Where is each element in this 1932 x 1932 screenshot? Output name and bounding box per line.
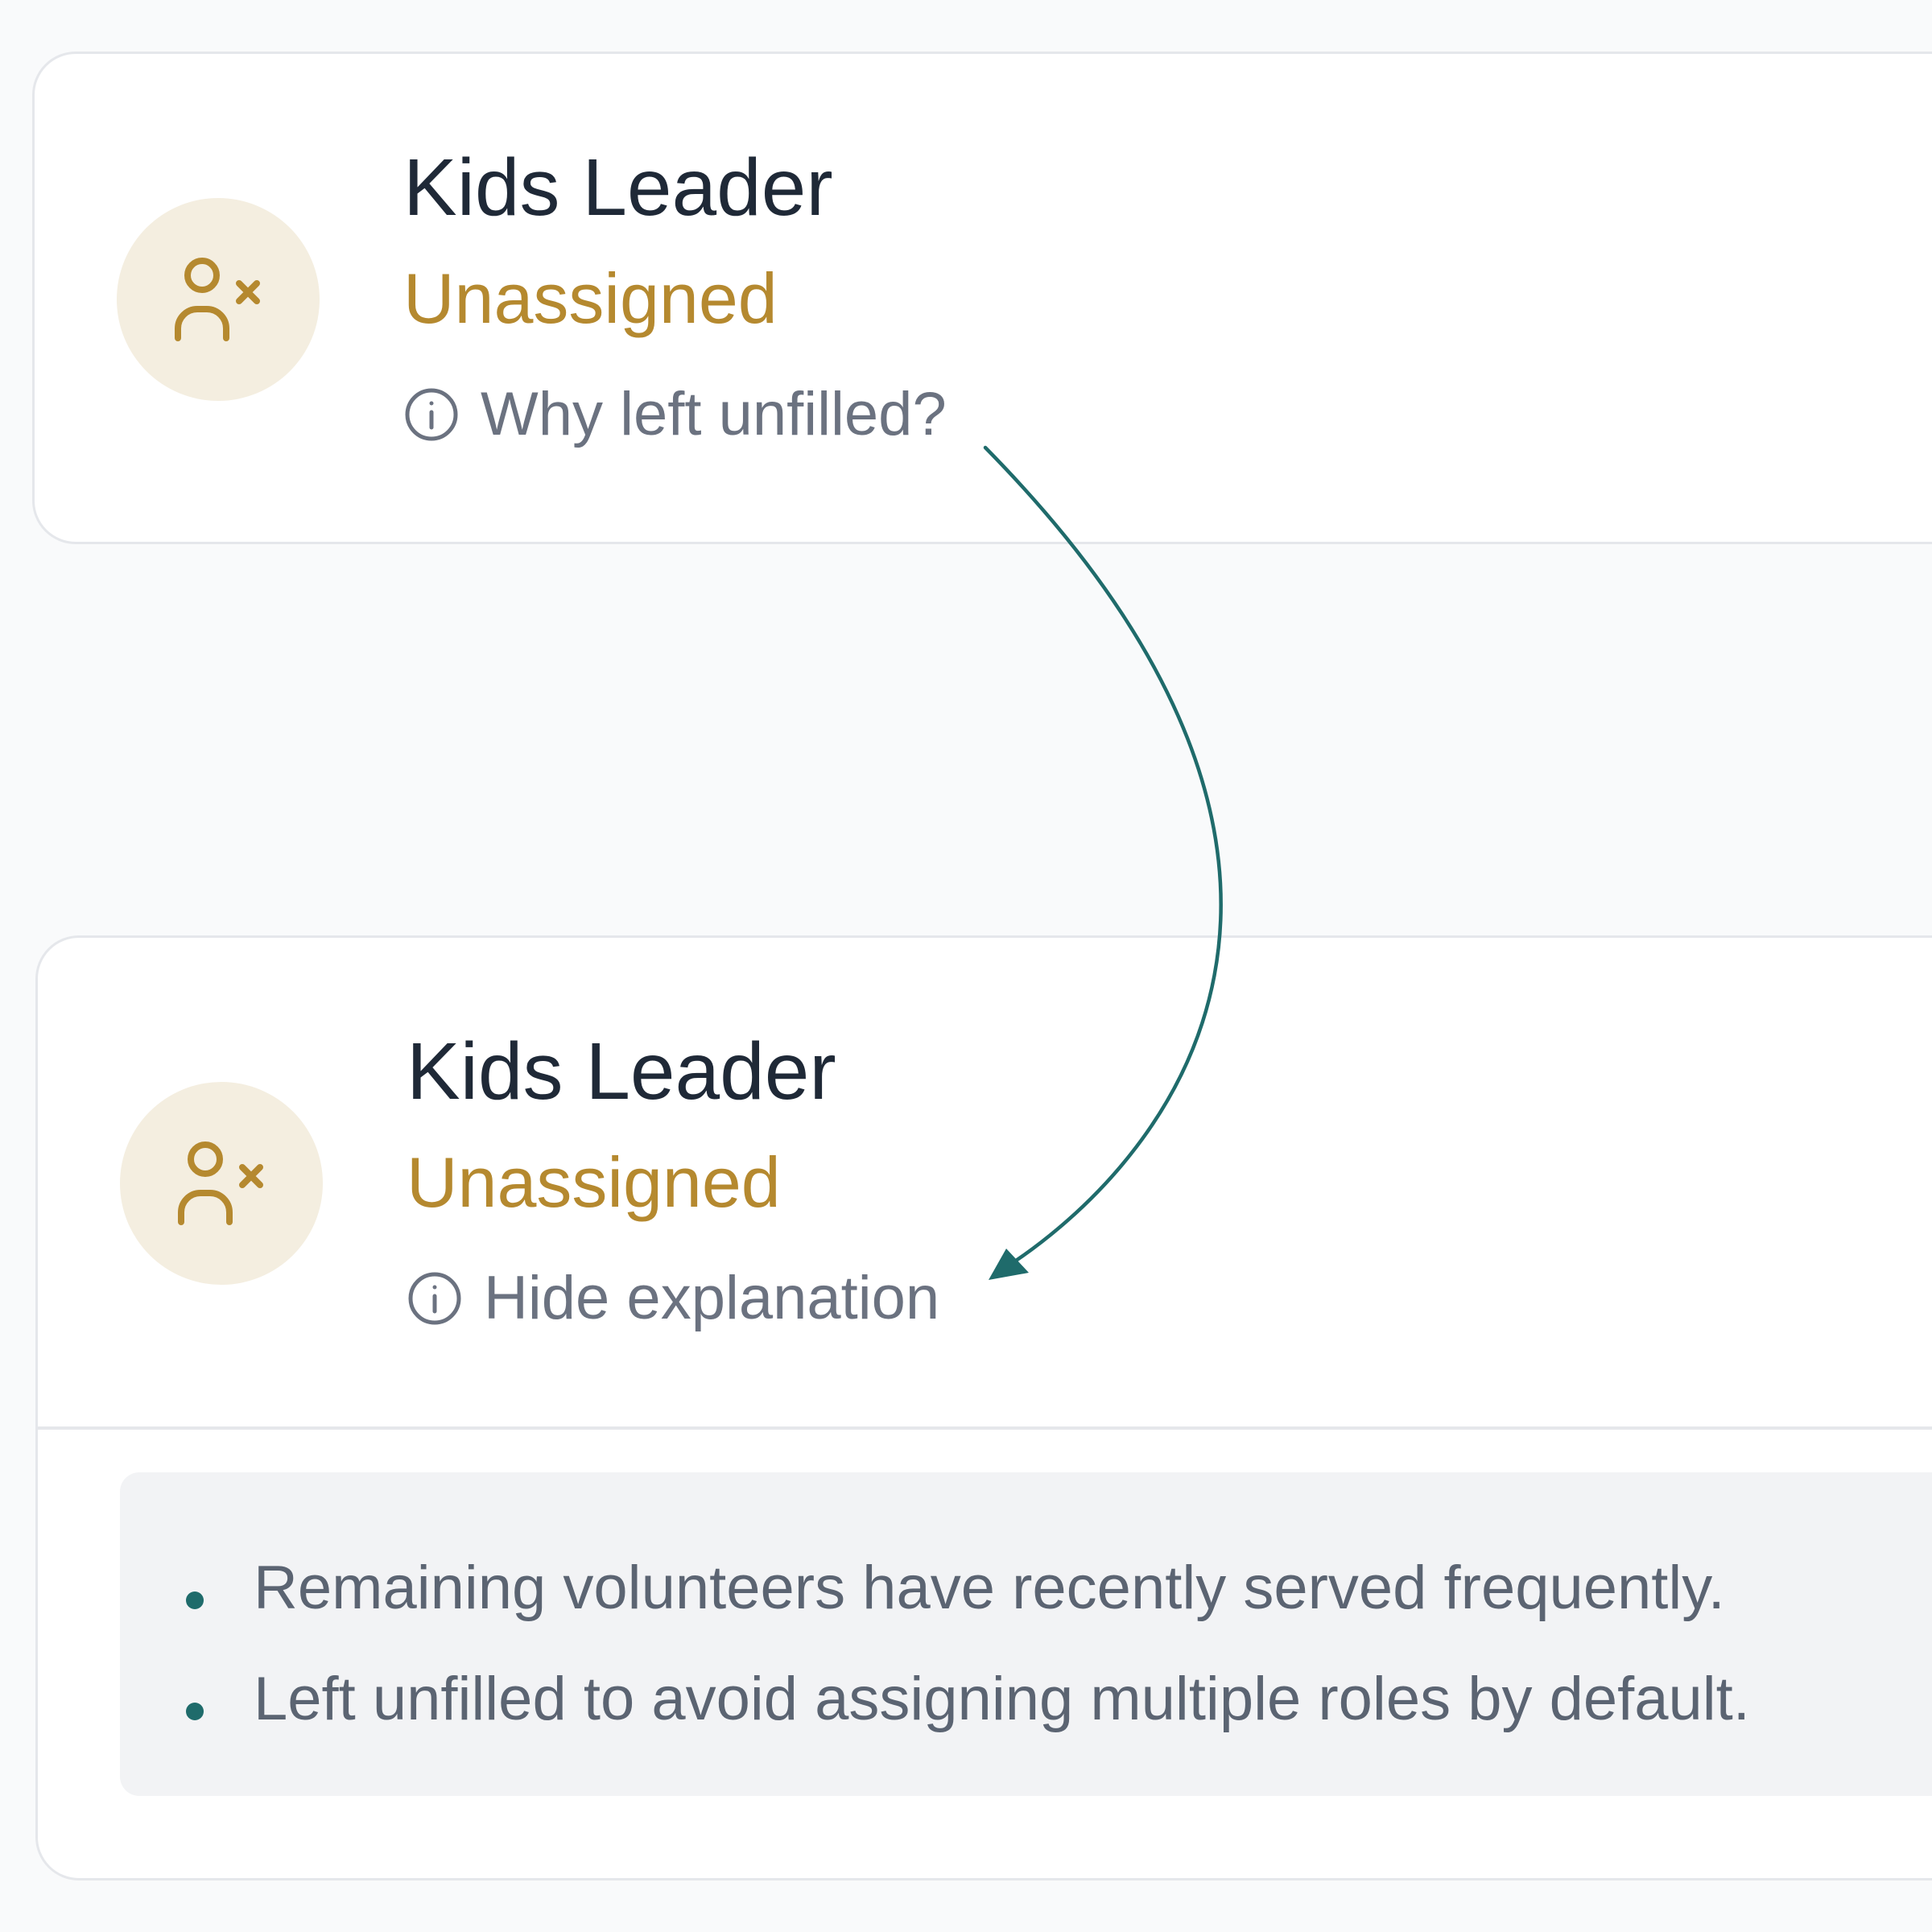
role-title: Kids Leader	[403, 142, 833, 233]
explanation-panel: Remaining volunteers have recently serve…	[120, 1472, 1932, 1796]
hide-explanation-toggle[interactable]: Hide explanation	[407, 1268, 939, 1329]
role-card-expanded: Kids Leader Unassigned Hide explanation …	[35, 935, 1932, 1880]
status-badge: Unassigned	[407, 1142, 781, 1222]
role-card-collapsed: Kids Leader Unassigned Why left unfilled…	[32, 52, 1932, 544]
explanation-text: Left unfilled to avoid assigning multipl…	[254, 1665, 1750, 1733]
divider	[38, 1426, 1932, 1430]
role-title: Kids Leader	[407, 1026, 836, 1117]
toggle-label: Hide explanation	[484, 1264, 940, 1332]
bullet-dot	[186, 1591, 204, 1609]
unassigned-avatar	[120, 1082, 323, 1285]
status-badge: Unassigned	[403, 258, 778, 338]
why-left-unfilled-toggle[interactable]: Why left unfilled?	[403, 384, 947, 445]
info-icon	[405, 388, 458, 441]
explanation-item: Remaining volunteers have recently serve…	[186, 1558, 1725, 1619]
user-x-icon	[175, 258, 260, 341]
info-icon	[408, 1272, 461, 1325]
user-x-icon	[178, 1141, 263, 1225]
toggle-label: Why left unfilled?	[481, 380, 947, 448]
explanation-item: Left unfilled to avoid assigning multipl…	[186, 1669, 1750, 1730]
explanation-text: Remaining volunteers have recently serve…	[254, 1554, 1725, 1622]
bullet-dot	[186, 1703, 204, 1720]
unassigned-avatar	[117, 198, 320, 401]
